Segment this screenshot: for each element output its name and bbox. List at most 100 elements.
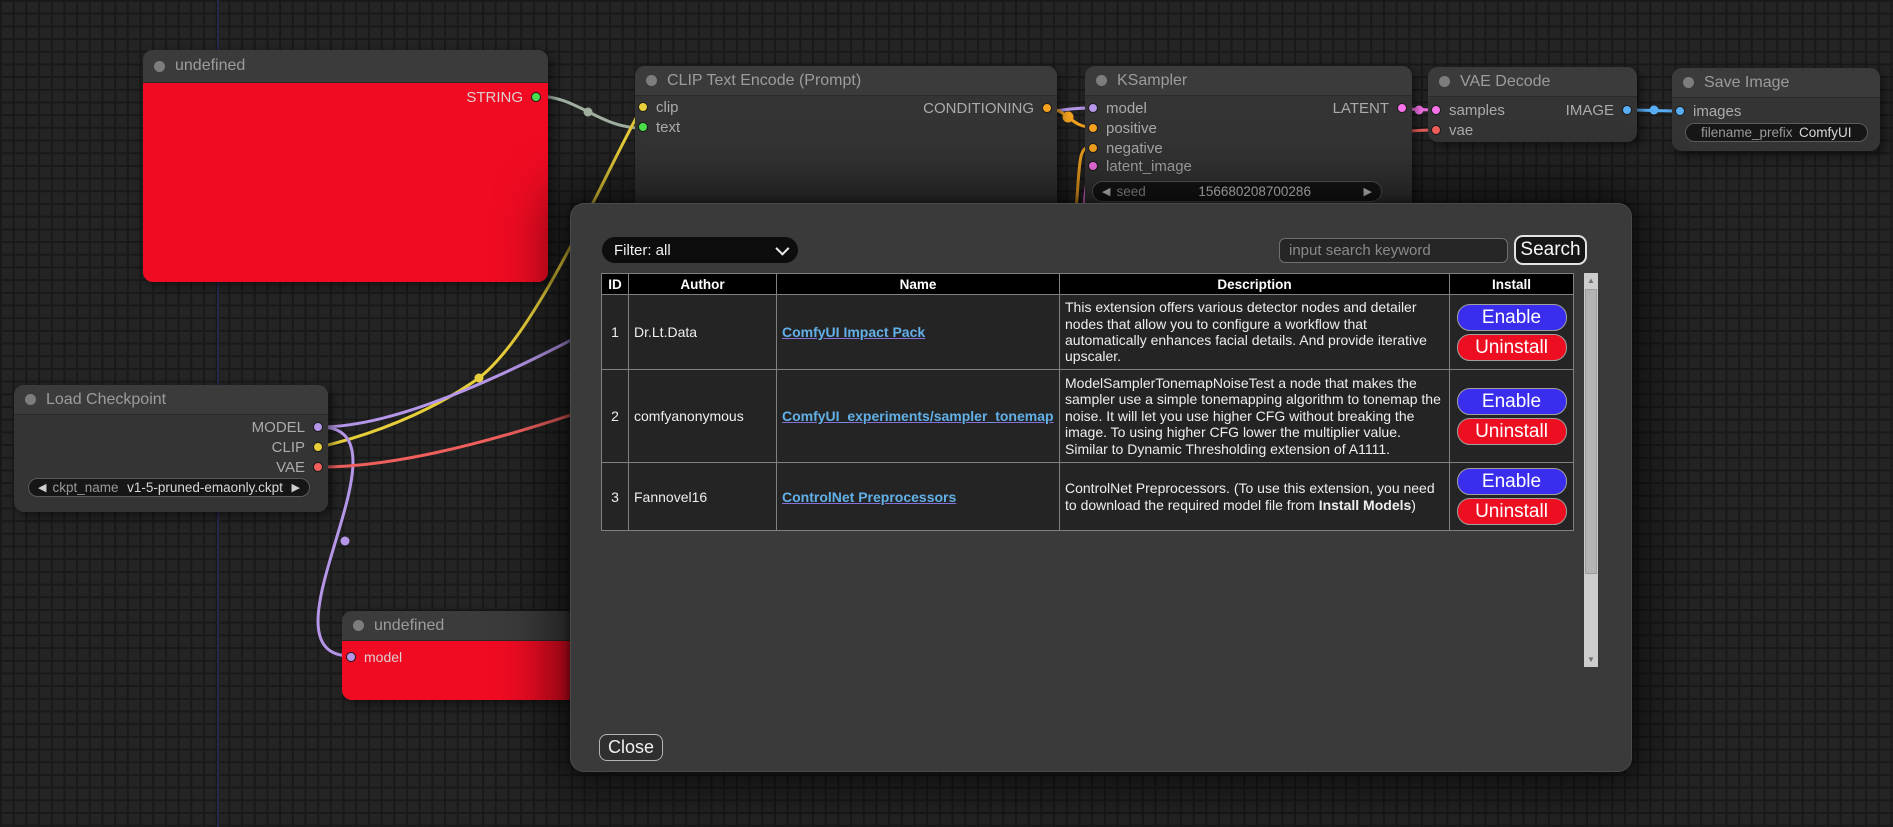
input-clip: clip xyxy=(638,98,679,116)
input-port[interactable] xyxy=(1088,161,1098,171)
uninstall-button[interactable]: Uninstall xyxy=(1457,498,1567,525)
input-label: samples xyxy=(1449,102,1505,119)
node-undefined-bottom[interactable]: undefined model xyxy=(342,611,577,700)
input-text: text xyxy=(638,118,680,136)
ckpt-name-widget[interactable]: ◀ ckpt_name v1-5-pruned-emaonly.ckpt ▶ xyxy=(28,478,310,497)
input-label: images xyxy=(1693,103,1741,120)
input-label: vae xyxy=(1449,122,1473,139)
output-clip: CLIP xyxy=(272,438,323,456)
increment-arrow-icon[interactable]: ▶ xyxy=(1364,185,1372,198)
input-port[interactable] xyxy=(346,652,356,662)
extension-link[interactable]: ControlNet Preprocessors xyxy=(782,489,956,505)
node-body: model xyxy=(342,641,577,700)
output-latent: LATENT xyxy=(1333,99,1407,117)
input-model: model xyxy=(1088,99,1147,117)
node-ksampler[interactable]: KSampler model positive negative latent_… xyxy=(1085,66,1412,211)
prev-arrow-icon[interactable]: ◀ xyxy=(38,481,46,494)
extension-table-scroll-area: ID Author Name Description Install 1 Dr.… xyxy=(601,273,1598,667)
node-title: Load Checkpoint xyxy=(46,391,166,409)
collapse-dot-icon[interactable] xyxy=(1439,76,1450,87)
output-port[interactable] xyxy=(313,462,323,472)
extension-table: ID Author Name Description Install 1 Dr.… xyxy=(601,273,1574,531)
extension-link[interactable]: ComfyUI Impact Pack xyxy=(782,324,925,340)
collapse-dot-icon[interactable] xyxy=(154,61,165,72)
node-save-image[interactable]: Save Image images filename_prefix ComfyU… xyxy=(1672,68,1880,151)
header-name: Name xyxy=(777,274,1060,295)
node-title-bar[interactable]: VAE Decode xyxy=(1428,67,1637,97)
node-undefined-top[interactable]: undefined STRING xyxy=(143,50,548,282)
close-button[interactable]: Close xyxy=(599,734,663,761)
output-label: LATENT xyxy=(1333,100,1389,117)
header-id: ID xyxy=(602,274,629,295)
cell-description: This extension offers various detector n… xyxy=(1060,295,1450,370)
input-label: model xyxy=(1106,100,1147,117)
table-row: 2 comfyanonymous ComfyUI_experiments/sam… xyxy=(602,370,1574,463)
scrollbar-thumb[interactable] xyxy=(1585,289,1597,574)
uninstall-button[interactable]: Uninstall xyxy=(1457,334,1567,361)
input-vae: vae xyxy=(1431,121,1473,139)
output-port[interactable] xyxy=(313,442,323,452)
scroll-down-icon[interactable]: ▼ xyxy=(1584,652,1598,667)
extension-link[interactable]: ComfyUI_experiments/sampler_tonemap xyxy=(782,408,1054,424)
header-install: Install xyxy=(1450,274,1574,295)
output-port[interactable] xyxy=(531,92,541,102)
input-port[interactable] xyxy=(1088,123,1098,133)
input-port[interactable] xyxy=(1088,143,1098,153)
search-input[interactable] xyxy=(1279,238,1508,263)
cell-author: Dr.Lt.Data xyxy=(629,295,777,370)
input-label: negative xyxy=(1106,140,1163,157)
output-port[interactable] xyxy=(1397,103,1407,113)
enable-button[interactable]: Enable xyxy=(1457,304,1567,331)
cell-id: 2 xyxy=(602,370,629,463)
input-port[interactable] xyxy=(1431,125,1441,135)
wire-dot-conditioning xyxy=(1063,112,1074,123)
output-string: STRING xyxy=(466,88,541,106)
output-label: STRING xyxy=(466,89,523,106)
output-port[interactable] xyxy=(1042,103,1052,113)
node-title-bar[interactable]: undefined xyxy=(143,50,548,83)
wire-dot-string xyxy=(584,108,593,117)
input-label: positive xyxy=(1106,120,1157,137)
filename-prefix-widget[interactable]: filename_prefix ComfyUI xyxy=(1685,123,1868,142)
node-title-bar[interactable]: Load Checkpoint xyxy=(14,385,328,415)
node-title-bar[interactable]: Save Image xyxy=(1672,68,1880,98)
collapse-dot-icon[interactable] xyxy=(646,75,657,86)
table-scrollbar[interactable]: ▲ ▼ xyxy=(1584,273,1598,667)
output-port[interactable] xyxy=(313,422,323,432)
search-button[interactable]: Search xyxy=(1514,235,1587,265)
input-port[interactable] xyxy=(638,102,648,112)
wire-dot-model xyxy=(341,537,350,546)
widget-value: 156680208700286 xyxy=(1146,184,1364,199)
extension-manager-dialog: Filter: all Search ID Author Name Descri… xyxy=(570,203,1632,772)
collapse-dot-icon[interactable] xyxy=(1683,77,1694,88)
node-title-bar[interactable]: KSampler xyxy=(1085,66,1412,96)
node-title: VAE Decode xyxy=(1460,73,1550,91)
enable-button[interactable]: Enable xyxy=(1457,388,1567,415)
input-port[interactable] xyxy=(1431,105,1441,115)
output-port[interactable] xyxy=(1622,105,1632,115)
node-title: Save Image xyxy=(1704,74,1789,92)
collapse-dot-icon[interactable] xyxy=(25,394,36,405)
node-title: undefined xyxy=(175,57,245,75)
filter-select[interactable]: Filter: all xyxy=(602,237,798,263)
seed-widget[interactable]: ◀ seed 156680208700286 ▶ xyxy=(1092,181,1382,202)
input-negative: negative xyxy=(1088,139,1163,157)
node-title-bar[interactable]: undefined xyxy=(342,611,577,641)
collapse-dot-icon[interactable] xyxy=(353,620,364,631)
decrement-arrow-icon[interactable]: ◀ xyxy=(1102,185,1110,198)
enable-button[interactable]: Enable xyxy=(1457,468,1567,495)
output-label: IMAGE xyxy=(1566,102,1614,119)
uninstall-button[interactable]: Uninstall xyxy=(1457,418,1567,445)
collapse-dot-icon[interactable] xyxy=(1096,75,1107,86)
table-header-row: ID Author Name Description Install xyxy=(602,274,1574,295)
node-load-checkpoint[interactable]: Load Checkpoint MODEL CLIP VAE ◀ ckpt_na… xyxy=(14,385,328,512)
output-image: IMAGE xyxy=(1566,101,1632,119)
input-port[interactable] xyxy=(1088,103,1098,113)
scroll-up-icon[interactable]: ▲ xyxy=(1584,273,1598,288)
input-label: model xyxy=(364,649,402,665)
node-title-bar[interactable]: CLIP Text Encode (Prompt) xyxy=(635,66,1057,96)
node-vae-decode[interactable]: VAE Decode samples vae IMAGE xyxy=(1428,67,1637,142)
next-arrow-icon[interactable]: ▶ xyxy=(292,481,300,494)
input-port[interactable] xyxy=(638,122,648,132)
input-port[interactable] xyxy=(1675,106,1685,116)
